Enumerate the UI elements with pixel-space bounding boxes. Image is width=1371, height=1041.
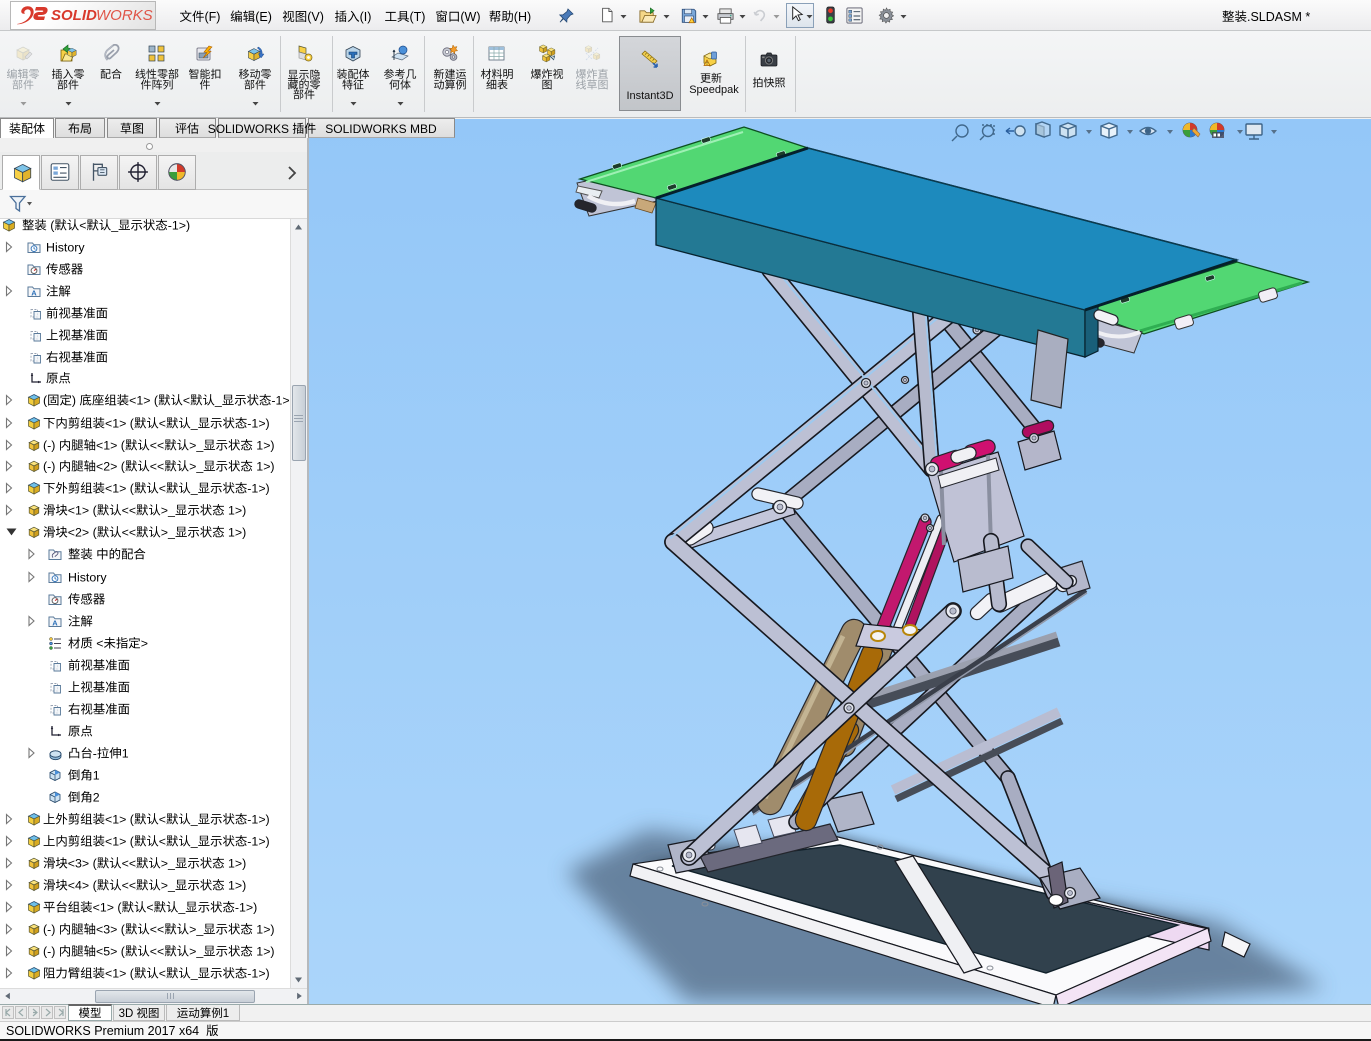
svg-text:WORKS: WORKS <box>96 7 153 24</box>
svg-text:SOLID: SOLID <box>51 7 97 24</box>
